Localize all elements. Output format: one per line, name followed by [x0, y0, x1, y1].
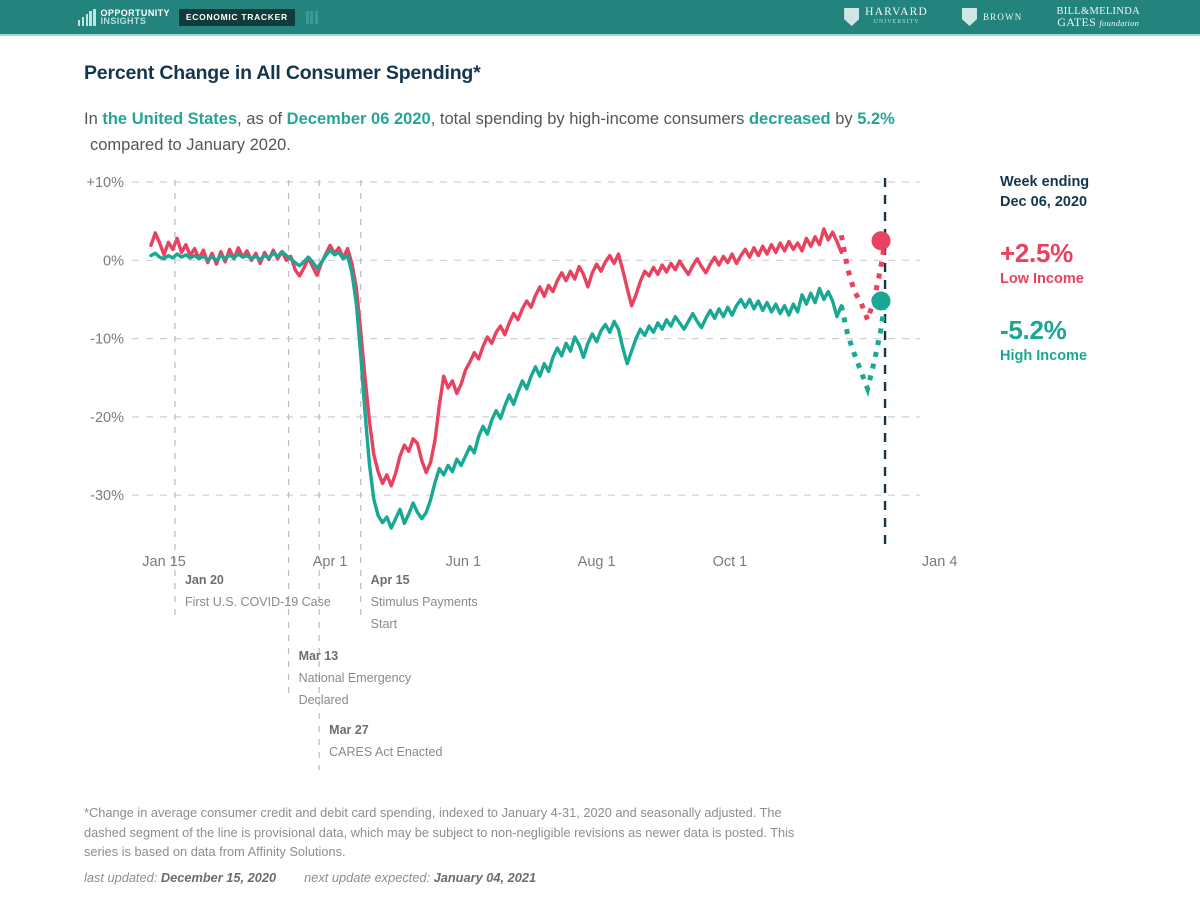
readout-week-line-1: Week ending [1000, 174, 1090, 190]
subtitle-mid-2: , total spending by high-income consumer… [430, 110, 749, 128]
economic-tracker-badge[interactable]: ECONOMIC TRACKER [178, 8, 295, 26]
chart-readout-panel: Week ending Dec 06, 2020 +2.5% Low Incom… [1000, 172, 1190, 366]
subtitle-region: the United States [102, 110, 238, 128]
next-update-value: January 04, 2021 [433, 870, 537, 885]
readout-high-label: High Income [1000, 348, 1088, 364]
readout-week-label: Week ending Dec 06, 2020 [1000, 172, 1190, 212]
event-description: Stimulus Payments [371, 595, 478, 609]
subtitle-direction: decreased [748, 110, 831, 128]
gates-foundation-logo[interactable]: BILL&MELINDA GATES foundation [1056, 6, 1140, 29]
event-description: First U.S. COVID-19 Case [185, 595, 331, 609]
subtitle-pre: In [84, 110, 103, 128]
event-date-label: Apr 15 [371, 573, 410, 587]
site-header-bar: OPPORTUNITY INSIGHTS ECONOMIC TRACKER HA… [0, 0, 1200, 36]
shield-icon [844, 8, 860, 26]
readout-high-income: -5.2% High Income [1000, 315, 1190, 366]
series-endpoint-high-income[interactable] [871, 291, 891, 311]
brown-name: BROWN [982, 11, 1023, 22]
x-axis-tick-label: Jan 4 [922, 554, 957, 570]
page-title: Percent Change in All Consumer Spending* [84, 62, 481, 84]
event-date-label: Mar 27 [329, 723, 369, 737]
y-axis-tick-label: 0% [103, 253, 124, 269]
subtitle-value: 5.2% [857, 110, 895, 128]
subtitle: In the United States, as of December 06 … [84, 106, 1084, 158]
readout-low-income: +2.5% Low Income [1000, 238, 1190, 289]
event-description: Declared [299, 693, 349, 707]
y-axis-tick-label: -20% [90, 410, 124, 426]
readout-low-value: +2.5% [1000, 238, 1073, 268]
y-axis-tick-label: +10% [87, 175, 125, 191]
x-axis-tick-label: Oct 1 [713, 554, 748, 570]
readout-week-line-2: Dec 06, 2020 [1000, 194, 1088, 210]
y-axis-tick-label: -30% [90, 488, 124, 504]
subtitle-mid-1: , as of [237, 110, 287, 128]
partner-logos: HARVARD UNIVERSITY BROWN BILL&MELINDA GA… [844, 6, 1140, 29]
opportunity-insights-logo[interactable]: OPPORTUNITY INSIGHTS [78, 8, 170, 26]
event-description: National Emergency [299, 671, 412, 685]
brown-logo[interactable]: BROWN [961, 8, 1023, 26]
series-endpoint-low-income[interactable] [871, 231, 891, 251]
brand-line-2: INSIGHTS [100, 16, 147, 26]
x-axis-tick-label: Jan 15 [142, 554, 186, 570]
series-line-low-income[interactable] [149, 227, 844, 488]
subtitle-date: December 06 2020 [286, 110, 431, 128]
x-axis-tick-label: Aug 1 [578, 554, 616, 570]
gates-line-2: GATES [1057, 14, 1097, 29]
update-status: last updated: December 15, 2020 next upda… [84, 870, 536, 885]
badge-decoration [305, 10, 318, 24]
x-axis-tick-label: Apr 1 [313, 554, 348, 570]
last-updated-value: December 15, 2020 [160, 870, 277, 885]
readout-high-value: -5.2% [1000, 315, 1067, 345]
next-update-label: next update expected: [304, 870, 431, 885]
y-axis-tick-label: -10% [90, 332, 124, 348]
bar-chart-icon [78, 8, 96, 26]
event-description: CARES Act Enacted [329, 745, 442, 759]
subtitle-line-2: compared to January 2020. [90, 136, 291, 154]
event-date-label: Mar 13 [299, 649, 339, 663]
readout-low-label: Low Income [1000, 271, 1084, 287]
last-updated-label: last updated: [84, 870, 158, 885]
x-axis-tick-label: Jun 1 [446, 554, 481, 570]
brand-group: OPPORTUNITY INSIGHTS ECONOMIC TRACKER [78, 8, 318, 26]
harvard-logo[interactable]: HARVARD UNIVERSITY [844, 5, 928, 27]
event-description: Start [371, 617, 398, 631]
harvard-sub: UNIVERSITY [873, 18, 920, 25]
harvard-name: HARVARD [865, 5, 928, 18]
event-date-label: Jan 20 [185, 573, 224, 587]
series-provisional-high-income[interactable] [838, 300, 888, 398]
shield-icon [961, 8, 977, 26]
subtitle-mid-3: by [830, 110, 858, 128]
footnote: *Change in average consumer credit and d… [84, 805, 795, 859]
series-line-high-income[interactable] [149, 248, 844, 530]
gates-foundation-word: foundation [1099, 17, 1140, 28]
